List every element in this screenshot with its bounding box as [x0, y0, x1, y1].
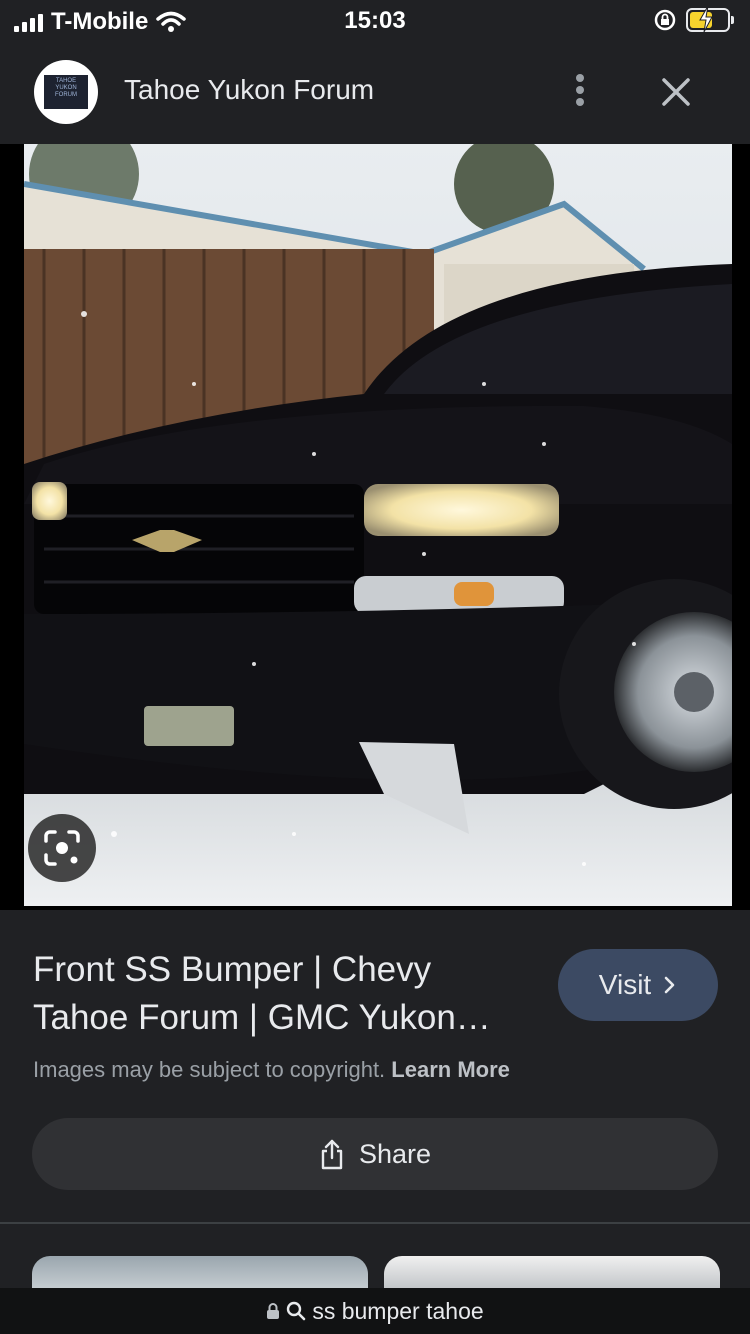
site-logo[interactable]: TAHOE YUKON FORUM	[34, 60, 98, 124]
status-time: 15:03	[344, 7, 406, 34]
charging-bolt-icon	[699, 6, 713, 32]
visit-button-label: Visit	[598, 969, 652, 1000]
logo-text-line: FORUM	[55, 92, 77, 98]
share-button-label: Share	[358, 1138, 432, 1169]
address-bar-text: ss bumper tahoe	[312, 1297, 484, 1324]
result-title[interactable]: Front SS Bumper | Chevy Tahoe Forum | GM…	[33, 946, 533, 1042]
share-button[interactable]: Share	[32, 1118, 718, 1190]
result-title-line: Front SS Bumper | Chevy	[33, 950, 432, 989]
copyright-notice: Images may be subject to copyright. Lear…	[33, 1057, 510, 1083]
visit-button[interactable]: Visit	[558, 949, 718, 1021]
copyright-text: Images may be subject to copyright.	[33, 1057, 386, 1082]
address-bar[interactable]: ss bumper tahoe	[0, 1288, 750, 1334]
status-bar-right	[654, 6, 734, 32]
image-preview-frame	[0, 144, 750, 910]
google-lens-icon[interactable]	[28, 814, 96, 882]
section-divider	[0, 1222, 750, 1224]
close-icon[interactable]	[656, 72, 696, 112]
battery-icon	[686, 6, 734, 32]
truck-photo[interactable]	[24, 144, 732, 906]
status-bar: T-Mobile 15:03	[0, 0, 750, 44]
site-name[interactable]: Tahoe Yukon Forum	[124, 74, 374, 106]
lock-icon	[267, 1303, 280, 1319]
logo-text-line: YUKON	[55, 85, 77, 91]
orientation-lock-icon	[654, 9, 676, 31]
share-icon	[321, 1139, 343, 1170]
result-title-line: Tahoe Forum | GMC Yukon…	[33, 998, 491, 1037]
logo-text-line: TAHOE	[55, 78, 77, 84]
lens-glyph	[44, 830, 80, 866]
chevron-right-icon	[664, 976, 675, 994]
more-vert-icon[interactable]	[566, 70, 594, 110]
search-icon	[287, 1301, 306, 1321]
viewer-header: TAHOE YUKON FORUM Tahoe Yukon Forum	[0, 44, 750, 144]
site-logo-mark: TAHOE YUKON FORUM	[44, 75, 88, 109]
learn-more-link[interactable]: Learn More	[391, 1057, 510, 1082]
